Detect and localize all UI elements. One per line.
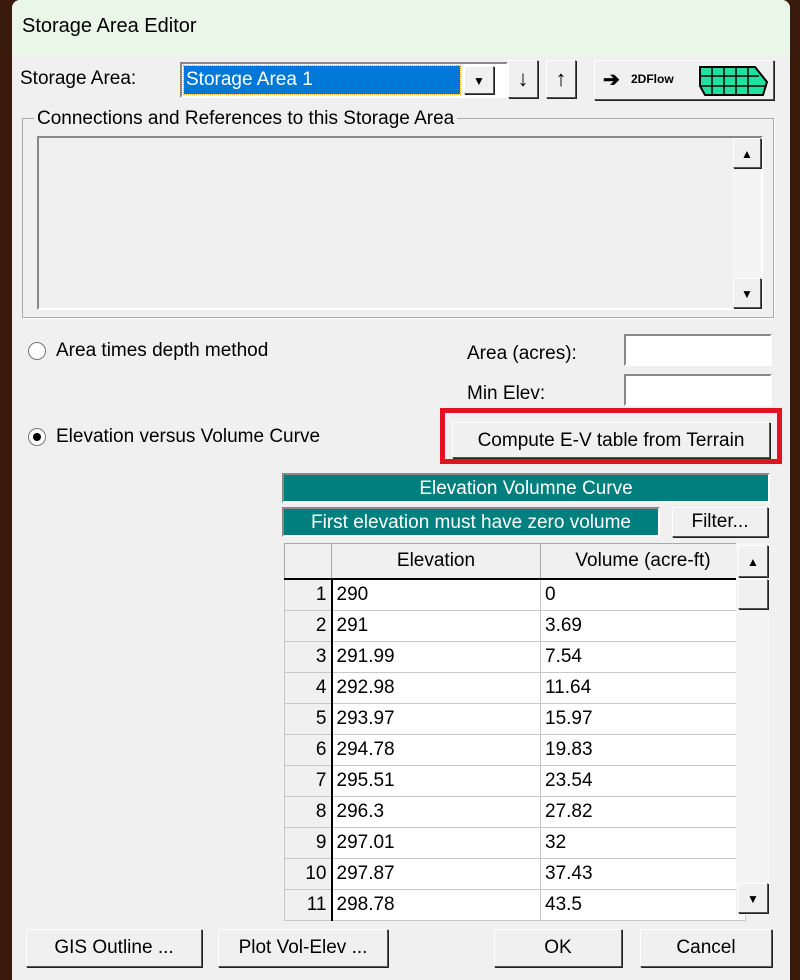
table-row: 9 297.01 32 <box>284 826 746 859</box>
2d-mesh-icon <box>699 66 769 96</box>
scroll-up-icon[interactable]: ▲ <box>733 138 761 168</box>
volume-cell[interactable]: 23.54 <box>540 764 746 797</box>
row-number: 5 <box>284 702 333 735</box>
volume-cell[interactable]: 37.43 <box>540 857 746 890</box>
row-number: 4 <box>284 671 333 704</box>
area-input[interactable] <box>624 334 772 366</box>
volume-cell[interactable]: 27.82 <box>540 795 746 828</box>
elevation-cell[interactable]: 297.87 <box>331 857 541 890</box>
row-number: 2 <box>284 609 333 642</box>
cancel-button[interactable]: Cancel <box>640 929 772 967</box>
chevron-down-icon[interactable]: ▼ <box>464 66 494 94</box>
plot-vol-elev-button[interactable]: Plot Vol-Elev ... <box>218 929 388 967</box>
volume-cell[interactable]: 7.54 <box>540 640 746 673</box>
min-elev-input[interactable] <box>624 374 772 406</box>
volume-cell[interactable]: 3.69 <box>540 609 746 642</box>
table-row: 6 294.78 19.83 <box>284 733 746 766</box>
elevation-cell[interactable]: 293.97 <box>331 702 541 735</box>
table-scrollbar[interactable]: ▲ ▼ <box>736 543 770 915</box>
area-label: Area (acres): <box>467 343 577 364</box>
elevation-cell[interactable]: 291 <box>331 609 541 642</box>
row-number: 1 <box>284 578 333 611</box>
ev-curve-label: Elevation versus Volume Curve <box>56 426 321 447</box>
row-header-corner <box>284 543 332 580</box>
area-method-label: Area times depth method <box>56 340 269 361</box>
radio-selected-dot <box>33 433 41 441</box>
arrow-right-icon: ➔ <box>603 69 620 91</box>
elevation-cell[interactable]: 296.3 <box>331 795 541 828</box>
column-header-volume: Volume (acre-ft) <box>540 543 746 580</box>
window-title: Storage Area Editor <box>22 15 197 37</box>
2dflow-button[interactable]: ➔ 2DFlow <box>594 60 774 100</box>
gis-outline-button[interactable]: GIS Outline ... <box>26 929 202 967</box>
elevation-cell[interactable]: 290 <box>331 578 541 611</box>
storage-area-value: Storage Area 1 <box>183 65 461 95</box>
table-row: 5 293.97 15.97 <box>284 702 746 735</box>
area-method-radio[interactable] <box>28 342 46 360</box>
table-title: Elevation Volumne Curve <box>282 473 770 503</box>
filter-button[interactable]: Filter... <box>672 507 768 537</box>
ok-button[interactable]: OK <box>494 929 622 967</box>
row-number: 10 <box>284 857 333 890</box>
scroll-down-icon[interactable]: ▼ <box>738 883 768 913</box>
elevation-cell[interactable]: 297.01 <box>331 826 541 859</box>
table-row: 8 296.3 27.82 <box>284 795 746 828</box>
table-note: First elevation must have zero volume <box>282 507 660 537</box>
volume-cell[interactable]: 32 <box>540 826 746 859</box>
elevation-cell[interactable]: 291.99 <box>331 640 541 673</box>
connections-list[interactable]: ▲ ▼ <box>37 136 763 310</box>
table-row: 10 297.87 37.43 <box>284 857 746 890</box>
compute-ev-table-button[interactable]: Compute E-V table from Terrain <box>452 422 770 458</box>
row-number: 3 <box>284 640 333 673</box>
row-number: 8 <box>284 795 333 828</box>
storage-area-label: Storage Area: <box>20 68 137 89</box>
elevation-cell[interactable]: 298.78 <box>331 888 541 921</box>
table-row: 1 290 0 <box>284 578 746 611</box>
min-elev-label: Min Elev: <box>467 383 546 404</box>
volume-cell[interactable]: 11.64 <box>540 671 746 704</box>
row-number: 7 <box>284 764 333 797</box>
next-down-arrow-button[interactable]: ↓ <box>508 60 538 98</box>
table-header: Elevation Volume (acre-ft) <box>284 543 746 580</box>
volume-cell[interactable]: 15.97 <box>540 702 746 735</box>
2dflow-label: 2DFlow <box>631 72 674 86</box>
connections-group-label: Connections and References to this Stora… <box>34 108 458 130</box>
scrollbar[interactable]: ▲ ▼ <box>733 138 761 308</box>
column-header-elevation: Elevation <box>331 543 541 580</box>
elevation-cell[interactable]: 294.78 <box>331 733 541 766</box>
scroll-up-icon[interactable]: ▲ <box>738 545 768 577</box>
table-row: 4 292.98 11.64 <box>284 671 746 704</box>
title-bar: Storage Area Editor <box>12 0 790 56</box>
table-row: 2 291 3.69 <box>284 609 746 642</box>
volume-cell[interactable]: 19.83 <box>540 733 746 766</box>
previous-up-arrow-button[interactable]: ↑ <box>546 60 576 98</box>
volume-cell[interactable]: 43.5 <box>540 888 746 921</box>
table-row: 11 298.78 43.5 <box>284 888 746 921</box>
row-number: 9 <box>284 826 333 859</box>
scroll-down-icon[interactable]: ▼ <box>733 278 761 308</box>
elevation-cell[interactable]: 292.98 <box>331 671 541 704</box>
ev-curve-radio[interactable] <box>28 428 46 446</box>
table-row: 3 291.99 7.54 <box>284 640 746 673</box>
scroll-thumb[interactable] <box>738 579 768 609</box>
row-number: 11 <box>284 888 333 921</box>
elevation-cell[interactable]: 295.51 <box>331 764 541 797</box>
volume-cell[interactable]: 0 <box>540 578 746 611</box>
elevation-volume-table: Elevation Volume (acre-ft) 1 290 0 2 291 3.69… <box>284 543 746 921</box>
table-row: 7 295.51 23.54 <box>284 764 746 797</box>
row-number: 6 <box>284 733 333 766</box>
storage-area-select[interactable]: Storage Area 1 ▼ <box>180 62 508 98</box>
